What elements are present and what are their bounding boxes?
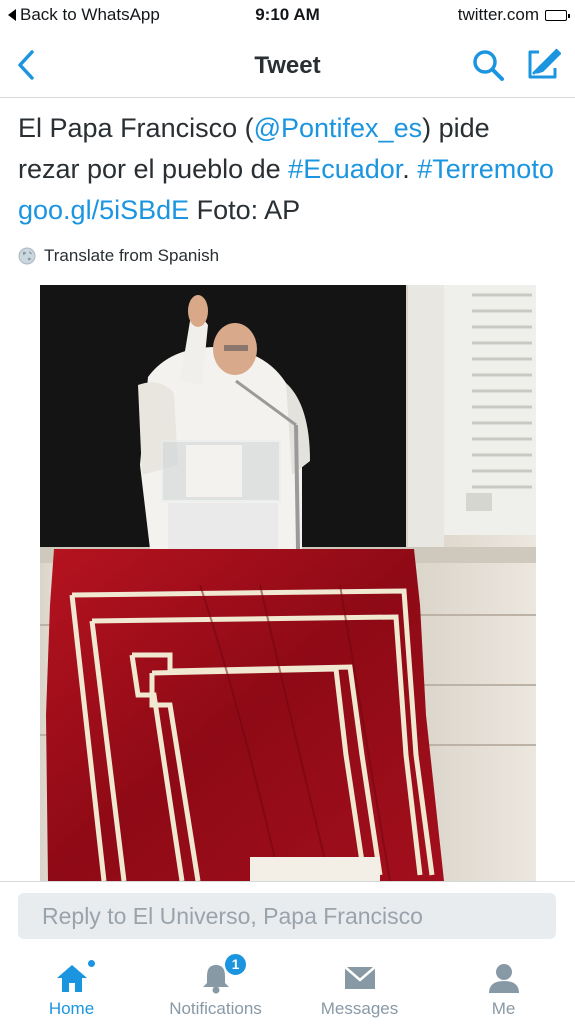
reply-input[interactable]: Reply to El Universo, Papa Francisco — [18, 893, 556, 939]
tab-messages[interactable]: Messages — [288, 951, 431, 1024]
compose-button[interactable] — [525, 46, 562, 82]
reply-placeholder: Reply to El Universo, Papa Francisco — [42, 903, 423, 929]
tweet-text-segment: . — [402, 154, 418, 184]
hashtag-ecuador-link[interactable]: #Ecuador — [288, 154, 402, 184]
tweet-photo[interactable] — [40, 285, 536, 881]
translate-label: Translate from Spanish — [44, 246, 220, 265]
globe-icon — [18, 247, 36, 265]
compose-icon — [528, 48, 562, 79]
envelope-icon — [343, 966, 376, 989]
search-icon — [473, 50, 504, 81]
person-icon — [488, 964, 519, 993]
nav-bar: Tweet — [0, 32, 575, 98]
tab-me-label: Me — [491, 999, 516, 1018]
pope-balcony-photo — [40, 285, 536, 881]
tab-notifications[interactable]: 1 Notifications — [144, 951, 287, 1024]
tab-notifications-label: Notifications — [169, 999, 262, 1018]
status-right: twitter.com — [457, 5, 570, 25]
tweet-text-segment: Foto: AP — [189, 195, 301, 225]
hashtag-terremoto-link[interactable]: #Terremoto — [417, 154, 554, 184]
tab-home-label: Home — [48, 999, 95, 1018]
tab-me[interactable]: Me — [432, 951, 575, 1024]
new-content-dot — [87, 959, 96, 968]
reply-bar: Reply to El Universo, Papa Francisco — [0, 881, 575, 951]
mention-link[interactable]: @Pontifex_es — [254, 113, 423, 143]
tab-messages-label: Messages — [320, 999, 399, 1018]
status-domain: twitter.com — [457, 5, 539, 24]
tab-bar: Home 1 Notifications Messages Me — [0, 951, 575, 1024]
tweet-text-segment: El Papa Francisco ( — [18, 113, 254, 143]
url-link[interactable]: goo.gl/5iSBdE — [18, 195, 189, 225]
search-button[interactable] — [471, 48, 505, 82]
tweet-text: El Papa Francisco (@Pontifex_es) pide re… — [18, 108, 558, 231]
tab-home[interactable]: Home — [0, 951, 143, 1024]
status-bar: Back to WhatsApp 9:10 AM twitter.com — [0, 0, 575, 32]
translate-link[interactable]: Translate from Spanish — [18, 246, 219, 266]
home-icon — [56, 965, 87, 992]
notification-badge: 1 — [224, 953, 247, 976]
battery-icon — [545, 9, 570, 21]
